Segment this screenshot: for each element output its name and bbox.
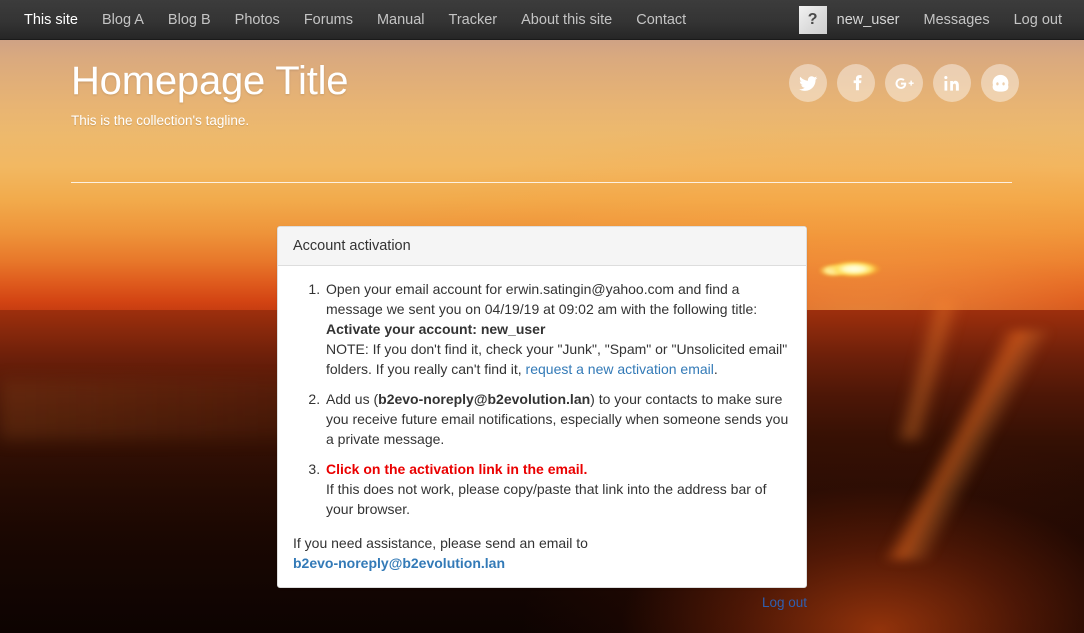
nav-item-about-this-site[interactable]: About this site (509, 0, 624, 40)
sun-icon (826, 260, 882, 278)
nav-item-messages[interactable]: Messages (912, 0, 1002, 40)
navbar-primary-links: This site Blog A Blog B Photos Forums Ma… (12, 0, 698, 40)
facebook-icon[interactable] (837, 64, 875, 102)
header-divider (71, 182, 1012, 183)
activation-step-3: Click on the activation link in the emai… (324, 459, 791, 519)
step1-instruction: Open your email account for erwin.sating… (326, 281, 758, 317)
footer-logout-link[interactable]: Log out (762, 595, 807, 610)
step3-headline: Click on the activation link in the emai… (326, 461, 588, 477)
page-root: This site Blog A Blog B Photos Forums Ma… (0, 0, 1084, 633)
activation-step-2: Add us (b2evo-noreply@b2evolution.lan) t… (324, 389, 791, 449)
step2-prefix: Add us ( (326, 391, 379, 407)
nav-item-this-site[interactable]: This site (12, 0, 90, 40)
avatar[interactable]: ? (798, 6, 827, 34)
account-activation-panel: Account activation Open your email accou… (277, 226, 807, 588)
top-navbar: This site Blog A Blog B Photos Forums Ma… (0, 0, 1084, 40)
assistance-email-link[interactable]: b2evo-noreply@b2evolution.lan (293, 555, 505, 571)
twitter-icon[interactable] (789, 64, 827, 102)
nav-item-blog-b[interactable]: Blog B (156, 0, 223, 40)
footer-logout-area: Log out (0, 594, 1084, 612)
activation-steps-list: Open your email account for erwin.sating… (293, 279, 791, 519)
page-title: Homepage Title (71, 59, 349, 103)
step2-sender-email: b2evo-noreply@b2evolution.lan (378, 391, 591, 407)
site-tagline: This is the collection's tagline. (71, 113, 250, 128)
step3-detail: If this does not work, please copy/paste… (326, 481, 767, 517)
github-icon[interactable] (981, 64, 1019, 102)
panel-heading: Account activation (278, 227, 806, 266)
nav-item-forums[interactable]: Forums (292, 0, 365, 40)
google-plus-icon[interactable] (885, 64, 923, 102)
step1-email-subject: Activate your account: new_user (326, 321, 546, 337)
nav-item-photos[interactable]: Photos (223, 0, 292, 40)
assistance-block: If you need assistance, please send an e… (293, 533, 791, 573)
panel-body: Open your email account for erwin.sating… (278, 266, 806, 587)
request-new-activation-email-link[interactable]: request a new activation email (526, 361, 714, 377)
activation-step-1: Open your email account for erwin.sating… (324, 279, 791, 379)
nav-item-manual[interactable]: Manual (365, 0, 437, 40)
nav-item-logout[interactable]: Log out (1002, 0, 1074, 40)
nav-item-blog-a[interactable]: Blog A (90, 0, 156, 40)
linkedin-icon[interactable] (933, 64, 971, 102)
nav-item-contact[interactable]: Contact (624, 0, 698, 40)
navbar-user-links: ? new_user Messages Log out (789, 0, 1074, 40)
background-light-streak (790, 330, 1084, 560)
assistance-text: If you need assistance, please send an e… (293, 535, 588, 551)
nav-item-username[interactable]: new_user (835, 0, 912, 40)
nav-item-tracker[interactable]: Tracker (437, 0, 510, 40)
panel-title: Account activation (293, 238, 411, 254)
step1-note-suffix: . (713, 361, 718, 377)
social-links (789, 64, 1019, 102)
